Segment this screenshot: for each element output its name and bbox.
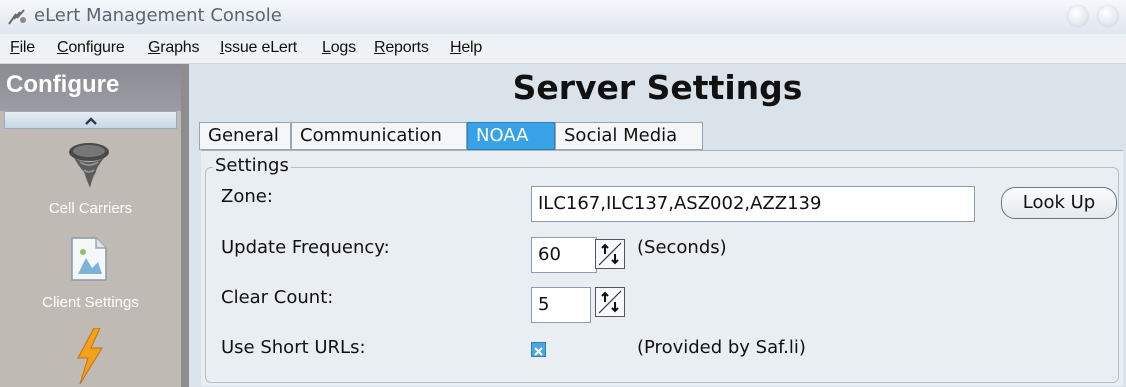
menu-file[interactable]: File xyxy=(10,39,35,57)
update-frequency-units: (Seconds) xyxy=(637,237,727,258)
noaa-settings-panel: Settings Zone: ILC167,ILC137,ASZ002,AZZ1… xyxy=(201,150,1123,386)
window-title: eLert Management Console xyxy=(34,5,282,26)
tab-communication[interactable]: Communication xyxy=(291,122,467,150)
look-up-button[interactable]: Look Up xyxy=(1001,187,1117,219)
menu-bar: File Configure Graphs Issue eLert Logs R… xyxy=(0,34,1126,64)
lightning-icon xyxy=(72,327,108,387)
sidebar-item-label: Cell Carriers xyxy=(48,200,133,217)
tab-general[interactable]: General xyxy=(199,122,291,150)
app-window: eLert Management Console File Configure … xyxy=(0,0,1126,387)
page-title: Server Settings xyxy=(512,68,803,107)
menu-help[interactable]: Help xyxy=(450,39,482,57)
clear-count-input[interactable]: 5 xyxy=(531,287,591,323)
tab-noaa[interactable]: NOAA xyxy=(467,122,555,150)
check-icon xyxy=(532,343,545,362)
tornado-icon xyxy=(66,140,112,194)
app-logo-icon xyxy=(6,6,30,28)
sidebar-title: Configure xyxy=(6,71,120,98)
sidebar-item-label: Client Settings xyxy=(42,294,139,311)
update-frequency-label: Update Frequency: xyxy=(221,237,390,258)
sidebar-item-cell-carriers[interactable]: Cell Carriers xyxy=(0,134,181,224)
sidebar-header: Configure xyxy=(0,64,181,111)
menu-reports[interactable]: Reports xyxy=(374,39,429,57)
main-content: Server Settings General Communication NO… xyxy=(189,64,1126,387)
menu-logs[interactable]: Logs xyxy=(322,39,356,57)
clear-count-stepper[interactable] xyxy=(595,287,625,317)
update-frequency-input[interactable]: 60 xyxy=(531,237,597,273)
menu-graphs[interactable]: Graphs xyxy=(148,39,199,57)
sidebar-scrollbar[interactable] xyxy=(181,64,189,387)
client-settings-icon xyxy=(66,234,112,288)
zone-label: Zone: xyxy=(221,186,273,207)
short-urls-note: (Provided by Saf.li) xyxy=(637,337,806,358)
chevron-up-icon xyxy=(83,113,99,127)
sidebar-scroll-up-button[interactable] xyxy=(4,111,177,129)
menu-configure[interactable]: Configure xyxy=(57,39,125,57)
settings-group-title: Settings xyxy=(213,155,291,176)
update-frequency-stepper[interactable] xyxy=(595,239,625,269)
minimize-button[interactable] xyxy=(1068,6,1088,26)
menu-issue-elert[interactable]: Issue eLert xyxy=(220,39,297,57)
tab-social-media[interactable]: Social Media xyxy=(555,122,703,150)
sidebar: Configure Cell Carriers Client Settings xyxy=(0,64,181,387)
short-urls-checkbox[interactable] xyxy=(531,342,546,357)
clear-count-label: Clear Count: xyxy=(221,287,334,308)
title-bar: eLert Management Console xyxy=(0,0,1126,34)
sidebar-item-alerts[interactable] xyxy=(0,326,181,386)
stepper-arrows-icon xyxy=(596,242,624,272)
sidebar-item-client-settings[interactable]: Client Settings xyxy=(0,230,181,320)
close-button[interactable] xyxy=(1098,6,1118,26)
stepper-arrows-icon xyxy=(596,290,624,320)
short-urls-label: Use Short URLs: xyxy=(221,337,366,358)
zone-input[interactable]: ILC167,ILC137,ASZ002,AZZ139 xyxy=(531,186,975,222)
